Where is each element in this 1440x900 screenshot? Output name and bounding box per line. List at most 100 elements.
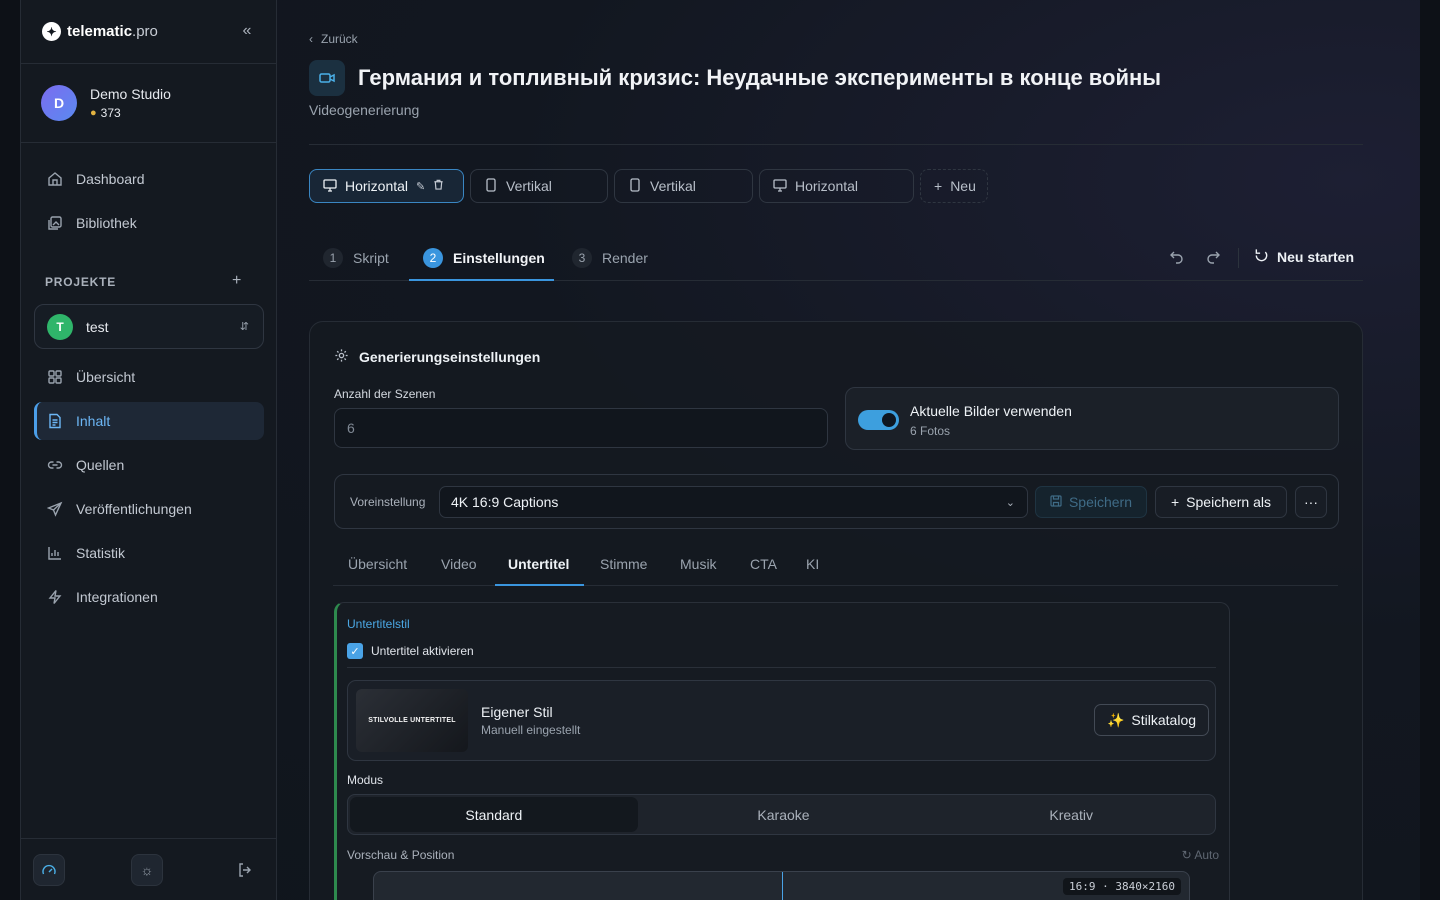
user-name: Demo Studio	[90, 86, 171, 102]
mode-standard[interactable]: Standard	[350, 797, 638, 832]
nav-label: Veröffentlichungen	[76, 501, 192, 517]
chevron-down-icon: ⌄	[1005, 496, 1015, 509]
nav-publications[interactable]: Veröffentlichungen	[34, 490, 264, 528]
back-label: Zurück	[321, 32, 358, 46]
variant-tab-3[interactable]: Vertikal	[614, 169, 753, 203]
mode-creative[interactable]: Kreativ	[927, 795, 1215, 834]
collapse-sidebar-icon[interactable]: «	[238, 22, 256, 40]
new-variant-label: Neu	[950, 178, 976, 194]
step-settings[interactable]: 2 Einstellungen	[423, 248, 545, 268]
nav-overview[interactable]: Übersicht	[34, 358, 264, 396]
nav-label: Inhalt	[76, 413, 111, 429]
divider	[21, 142, 276, 143]
step-label: Skript	[353, 250, 389, 266]
scene-count-label: Anzahl der Szenen	[334, 387, 436, 401]
pencil-icon[interactable]: ✎	[416, 180, 425, 193]
project-name: test	[86, 318, 109, 335]
style-catalog-button[interactable]: ✨ Stilkatalog	[1094, 704, 1209, 736]
chevron-left-icon: ‹	[309, 32, 313, 46]
back-link[interactable]: ‹ Zurück	[309, 32, 358, 46]
variant-tab-2[interactable]: Vertikal	[470, 169, 608, 203]
logo-name: telematic	[67, 23, 133, 40]
auto-label: Auto	[1194, 848, 1219, 862]
step-label: Render	[602, 250, 648, 266]
document-icon	[46, 412, 64, 430]
nav-label: Übersicht	[76, 369, 136, 385]
variant-label: Horizontal	[795, 178, 859, 194]
save-as-label: Speichern als	[1186, 494, 1271, 510]
step-number: 2	[423, 248, 443, 268]
library-icon	[46, 214, 64, 232]
plus-icon: +	[934, 178, 943, 194]
tab-video[interactable]: Video	[441, 556, 477, 572]
nav-label: Integrationen	[76, 589, 158, 605]
tab-music[interactable]: Musik	[680, 556, 717, 572]
preset-label: Voreinstellung	[350, 495, 426, 509]
current-images-toggle[interactable]	[858, 410, 899, 430]
nav-integrations[interactable]: Integrationen	[34, 578, 264, 616]
save-as-button[interactable]: + Speichern als	[1155, 486, 1287, 518]
variant-tab-1[interactable]: Horizontal ✎	[309, 169, 464, 203]
speed-gauge-icon[interactable]	[33, 854, 65, 886]
preset-select[interactable]: 4K 16:9 Captions ⌄	[439, 486, 1028, 518]
project-avatar: T	[47, 313, 73, 340]
plus-icon: +	[1170, 494, 1180, 510]
step-render[interactable]: 3 Render	[572, 248, 648, 268]
logo[interactable]: ✦ telematic .pro	[42, 22, 158, 41]
logo-icon: ✦	[42, 22, 61, 41]
tab-subtitles[interactable]: Untertitel	[508, 556, 569, 572]
nav-statistics[interactable]: Statistik	[34, 534, 264, 572]
redo-icon[interactable]	[1205, 248, 1221, 268]
enable-subtitles-checkbox[interactable]: ✓ Untertitel aktivieren	[347, 643, 474, 659]
catalog-label: Stilkatalog	[1131, 712, 1197, 728]
step-script[interactable]: 1 Skript	[323, 248, 389, 268]
credits-count: 373	[100, 106, 121, 120]
nav-library[interactable]: Bibliothek	[34, 204, 264, 242]
nav-sources[interactable]: Quellen	[34, 446, 264, 484]
chevron-updown-icon: ⇵	[239, 321, 249, 333]
logout-icon[interactable]	[229, 854, 261, 886]
projects-section-title: PROJEKTE	[45, 275, 117, 289]
nav-content[interactable]: Inhalt	[34, 402, 264, 440]
step-label: Einstellungen	[453, 250, 545, 266]
page-subtitle: Videogenerierung	[309, 102, 420, 118]
mode-karaoke[interactable]: Karaoke	[640, 795, 928, 834]
restart-label: Neu starten	[1277, 249, 1355, 265]
tab-ai[interactable]: KI	[806, 556, 819, 572]
tab-voice[interactable]: Stimme	[600, 556, 647, 572]
variant-label: Vertikal	[506, 178, 552, 194]
user-profile[interactable]: D Demo Studio ● 373	[41, 85, 171, 121]
scene-count-input[interactable]: 6	[334, 408, 828, 448]
undo-icon[interactable]	[1169, 248, 1185, 268]
refresh-icon: ↻	[1181, 848, 1195, 862]
subtitle-preview[interactable]: 16:9 · 3840×2160	[373, 871, 1190, 900]
sun-icon[interactable]: ☼	[131, 854, 163, 886]
center-guide	[782, 872, 783, 900]
monitor-icon	[773, 178, 787, 195]
step-number: 1	[323, 248, 343, 268]
more-options-button[interactable]: ···	[1295, 486, 1327, 518]
send-icon	[46, 500, 64, 518]
resolution-badge: 16:9 · 3840×2160	[1063, 878, 1181, 895]
tab-cta[interactable]: CTA	[750, 556, 777, 572]
more-icon: ···	[1304, 494, 1318, 510]
tab-overview[interactable]: Übersicht	[348, 556, 407, 572]
nav-dashboard[interactable]: Dashboard	[34, 160, 264, 198]
phone-icon	[628, 177, 642, 195]
variant-tab-4[interactable]: Horizontal	[759, 169, 914, 203]
divider	[333, 585, 1338, 586]
save-preset-button[interactable]: Speichern	[1035, 486, 1147, 518]
subtitle-section-title: Untertitelstil	[347, 617, 410, 631]
restart-button[interactable]: Neu starten	[1254, 248, 1354, 266]
bar-chart-icon	[46, 544, 64, 562]
active-tab-indicator	[495, 584, 584, 586]
add-project-icon[interactable]: +	[232, 272, 241, 290]
auto-position-button[interactable]: ↻ Auto	[1182, 848, 1219, 862]
checkmark-icon: ✓	[347, 643, 363, 659]
trash-icon[interactable]	[433, 179, 444, 193]
new-variant-button[interactable]: + Neu	[920, 169, 988, 203]
nav-label: Statistik	[76, 545, 126, 561]
phone-icon	[484, 177, 498, 195]
mode-label: Modus	[347, 773, 384, 787]
project-selector[interactable]: T test ⇵	[34, 304, 264, 349]
